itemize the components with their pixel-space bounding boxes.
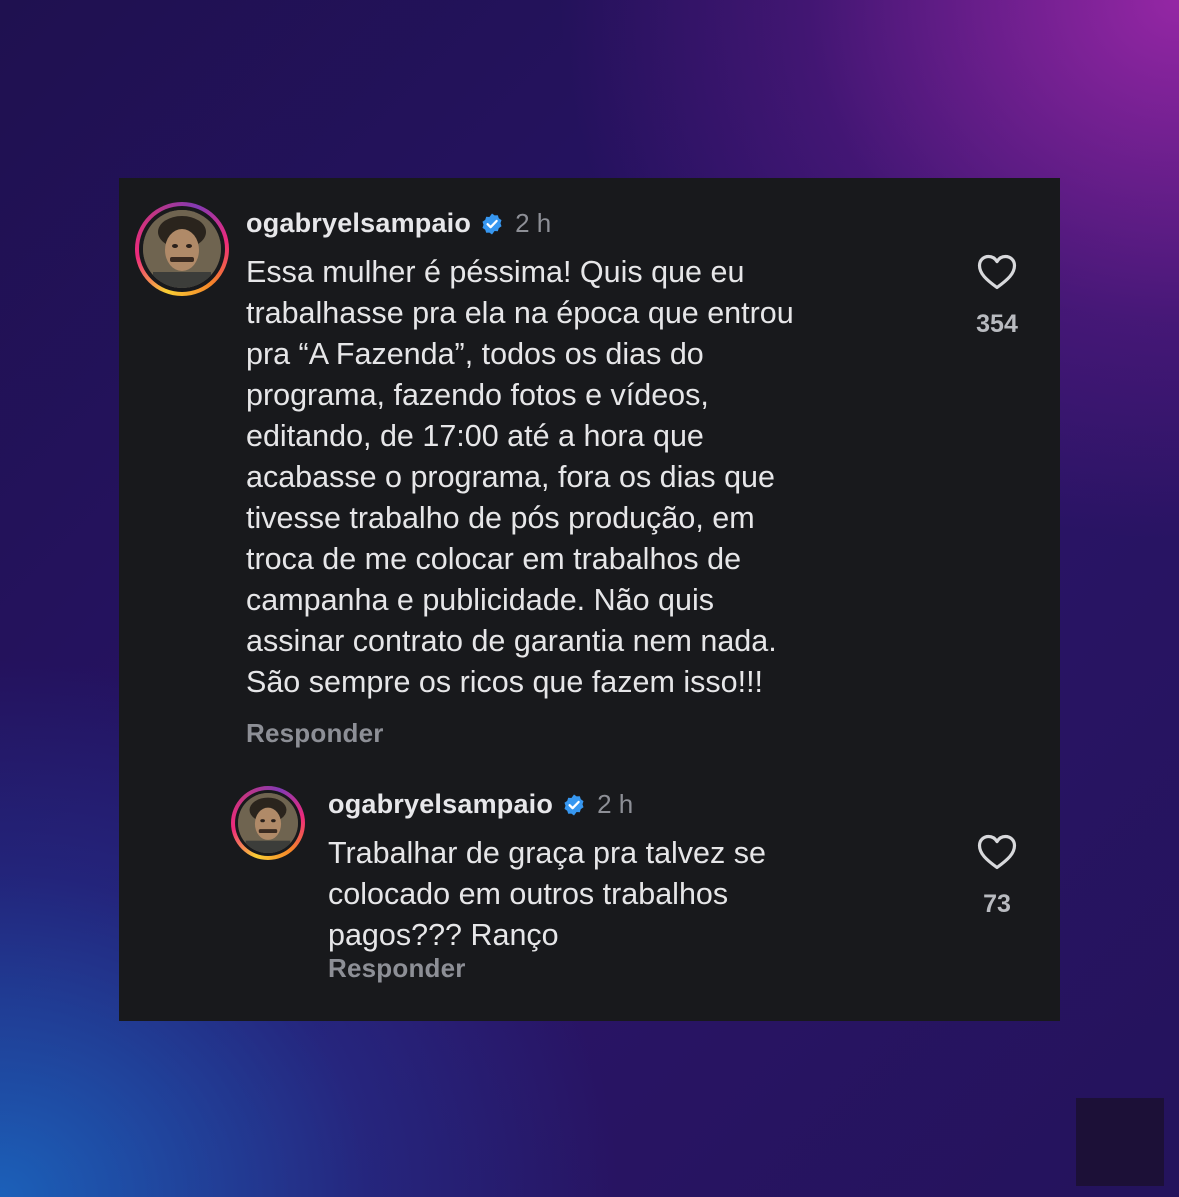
heart-icon[interactable]: [962, 254, 1032, 290]
verified-badge-icon: [562, 793, 586, 817]
like-count: 73: [983, 890, 1011, 918]
comment-username[interactable]: ogabryelsampaio: [246, 208, 471, 239]
comment: ogabryelsampaio 2 h Essa mulher é péssim…: [119, 178, 1060, 758]
comment-text: Essa mulher é péssima! Quis que eu traba…: [246, 255, 794, 699]
avatar[interactable]: [135, 202, 229, 296]
avatar-photo: [143, 210, 221, 288]
reply-button[interactable]: Responder: [246, 718, 384, 749]
reply-comment: ogabryelsampaio 2 h Trabalhar de graça p…: [119, 758, 1060, 1021]
avatar-photo: [238, 793, 298, 853]
like-control: 73: [962, 834, 1032, 919]
avatar[interactable]: [231, 786, 305, 860]
like-control: 354: [962, 254, 1032, 339]
like-count: 354: [976, 310, 1018, 338]
comment-username[interactable]: ogabryelsampaio: [328, 789, 553, 820]
comment-time: 2 h: [515, 208, 552, 238]
comment-time: 2 h: [597, 789, 634, 819]
comment-text: Trabalhar de graça pra talvez se colocad…: [328, 836, 766, 952]
verified-badge-icon: [480, 212, 504, 236]
heart-icon[interactable]: [962, 834, 1032, 870]
reply-button[interactable]: Responder: [328, 953, 466, 984]
comments-card: ogabryelsampaio 2 h Essa mulher é péssim…: [119, 178, 1060, 1021]
corner-watermark: [1076, 1098, 1164, 1186]
